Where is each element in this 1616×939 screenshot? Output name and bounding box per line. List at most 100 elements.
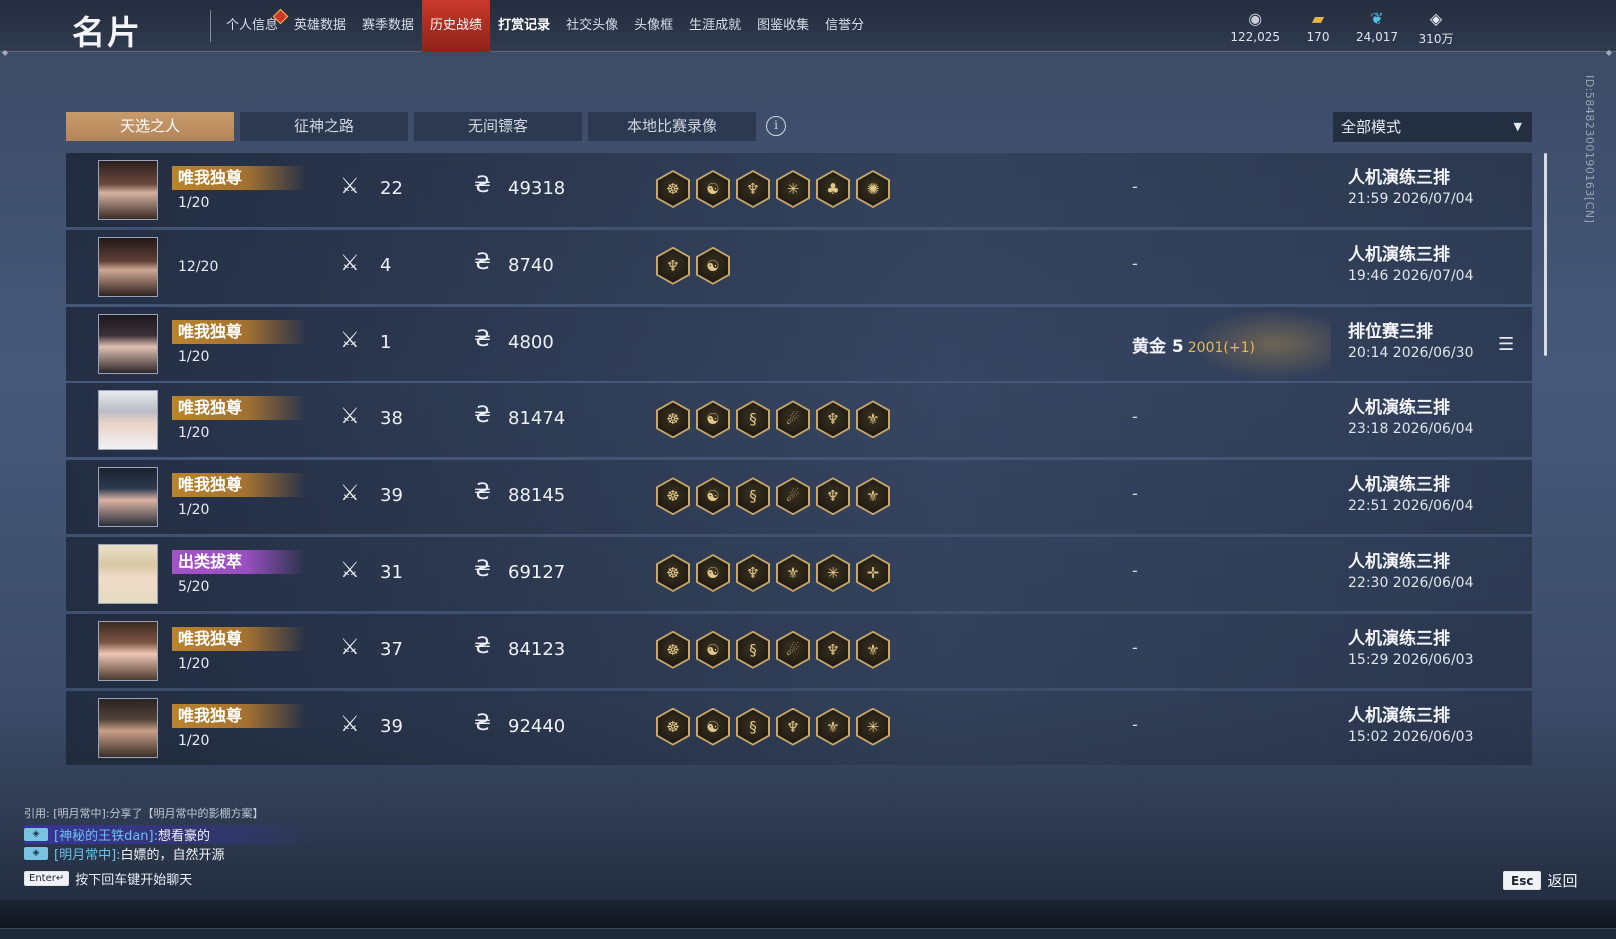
item-hex-icon[interactable]: ☯: [696, 553, 730, 592]
placement-rank: 1/20: [178, 348, 210, 365]
hero-portrait: [99, 698, 157, 757]
tab-1[interactable]: 征神之路: [240, 112, 408, 141]
match-row[interactable]: 唯我独尊 1/20 ⚔ 38 ₴ 81474 ☸ ☯ § ☄ ♆ ⚜ - 人机演练三排 23:18 2026…: [66, 383, 1532, 458]
item-hex-icon[interactable]: §: [736, 707, 770, 746]
item-hex-icon[interactable]: ☯: [696, 630, 730, 669]
mode-filter-value: 全部模式: [1341, 118, 1402, 136]
nav-tab-9[interactable]: 信誉分: [817, 0, 872, 52]
currency-bar: ◉ 122,025 ▰ 170 ❦ 24,017 ◈ 310万: [1230, 8, 1456, 47]
mode-filter-dropdown[interactable]: 全部模式 ▼: [1333, 112, 1532, 142]
item-hex-icon[interactable]: ✺: [856, 170, 890, 208]
info-icon[interactable]: i: [766, 116, 786, 136]
item-hex-icon[interactable]: ⚜: [856, 477, 890, 516]
kills-value: 22: [380, 178, 403, 199]
match-history-list[interactable]: 唯我独尊 1/20 ⚔ 22 ₴ 49318 ☸ ☯ ♆ ✳ ♣ ✺ - 人机演练三排 21:59 2026…: [66, 153, 1532, 765]
item-hex-icon[interactable]: ♣: [816, 170, 850, 208]
nav-tab-3[interactable]: 历史战绩: [422, 0, 491, 52]
nav-tab-5[interactable]: 社交头像: [558, 0, 626, 52]
rank-change: -: [1132, 637, 1138, 657]
match-row[interactable]: 唯我独尊 1/20 ⚔ 39 ₴ 88145 ☸ ☯ § ☄ ♆ ⚜ - 人机演练三排 22:51 2026…: [66, 460, 1532, 535]
item-hex-icon[interactable]: ☄: [776, 400, 810, 439]
item-hex-icon[interactable]: ⚜: [856, 400, 890, 439]
nav-tab-6[interactable]: 头像框: [626, 0, 681, 52]
match-row[interactable]: 唯我独尊 1/20 ⚔ 39 ₴ 92440 ☸ ☯ § ♆ ⚜ ✳ - 人机演练三排 15:02 2026…: [66, 690, 1532, 765]
item-hex-icon[interactable]: ♆: [656, 246, 690, 285]
item-hex-icon[interactable]: ☄: [776, 630, 810, 669]
item-hex-icon[interactable]: ☸: [656, 170, 690, 208]
match-row[interactable]: 12/20 ⚔ 4 ₴ 8740 ♆ ☯ - 人机演练三排 19:46 2026/07/04: [66, 229, 1532, 304]
chat-enter-hint[interactable]: Enter↵ 按下回车键开始聊天: [24, 869, 324, 888]
item-glyph: ☯: [698, 555, 728, 590]
tab-3[interactable]: 本地比赛录像: [588, 112, 756, 141]
placement-rank: 1/20: [178, 655, 210, 672]
chat-sender[interactable]: [神秘的王铁dan]:: [54, 825, 158, 844]
back-button[interactable]: Esc 返回: [1503, 870, 1577, 891]
item-hex-icon[interactable]: ☸: [656, 707, 690, 746]
item-hex-icon[interactable]: ⚜: [776, 553, 810, 592]
item-hex-icon[interactable]: ☸: [656, 553, 690, 592]
item-glyph: ☯: [698, 402, 728, 437]
match-row[interactable]: 出类拔萃 5/20 ⚔ 31 ₴ 69127 ☸ ☯ ♆ ⚜ ✳ ✛ - 人机演练三排 22:30 2026…: [66, 536, 1532, 611]
details-list-icon[interactable]: ☰: [1498, 334, 1514, 355]
item-hex-icon[interactable]: ♆: [776, 707, 810, 746]
item-hex-icon[interactable]: ✳: [816, 553, 850, 592]
item-hex-icon[interactable]: ♆: [816, 630, 850, 669]
nav-tab-8[interactable]: 图鉴收集: [749, 0, 817, 52]
nav-tab-4[interactable]: 打赏记录: [490, 0, 558, 52]
currency-2[interactable]: ❦ 24,017: [1356, 8, 1398, 47]
match-row[interactable]: 唯我独尊 1/20 ⚔ 1 ₴ 4800 黄金 5 2001(+1) 排位赛三排 20:14 20…: [66, 306, 1532, 381]
item-hex-icon[interactable]: ♆: [816, 400, 850, 439]
currency-0[interactable]: ◉ 122,025: [1230, 8, 1280, 47]
chat-message: ◈ [明月常中]: 白嫖的，自然开源: [24, 844, 324, 863]
item-hex-icon[interactable]: ✛: [856, 553, 890, 592]
currency-1[interactable]: ▰ 170: [1298, 8, 1338, 47]
hero-portrait: [99, 314, 157, 373]
kills-value: 38: [380, 408, 403, 430]
item-hex-icon[interactable]: ☯: [696, 707, 730, 746]
item-hex-icon[interactable]: ☯: [696, 246, 730, 285]
item-hex-icon[interactable]: ✳: [776, 170, 810, 208]
item-hex-icon[interactable]: ☄: [776, 477, 810, 516]
feather-icon: ❦: [1370, 9, 1384, 28]
item-glyph: ✛: [858, 555, 888, 590]
esc-key-icon: Esc: [1503, 871, 1542, 890]
item-hex-icon[interactable]: ♆: [736, 553, 770, 592]
item-hex-icon[interactable]: ☸: [656, 630, 690, 669]
hero-avatar: [98, 313, 158, 374]
item-glyph: §: [738, 479, 768, 514]
item-hex-icon[interactable]: ☯: [696, 400, 730, 439]
item-hex-icon[interactable]: ⚜: [816, 707, 850, 746]
item-hex-icon[interactable]: ⚜: [856, 630, 890, 669]
nav-tab-0[interactable]: 个人信息: [218, 0, 289, 52]
currency-3[interactable]: ◈ 310万: [1416, 8, 1456, 47]
match-mode: 人机演练三排: [1348, 244, 1450, 265]
tab-0[interactable]: 天选之人: [66, 112, 234, 141]
chat-text: 想看豪的: [157, 829, 210, 844]
coins-value: 4800: [508, 331, 554, 353]
nav-tab-2[interactable]: 赛季数据: [354, 0, 422, 52]
item-hex-icon[interactable]: ☸: [656, 400, 690, 439]
item-hex-icon[interactable]: ♆: [816, 477, 850, 516]
item-hex-icon[interactable]: §: [736, 400, 770, 439]
rank-change: -: [1132, 714, 1138, 734]
match-mode: 人机演练三排: [1348, 398, 1450, 419]
item-hex-icon[interactable]: ♆: [736, 170, 770, 208]
item-hex-icon[interactable]: §: [736, 630, 770, 669]
chat-panel: 引用: [明月常中]:分享了【明月常中的影棚方案】 ◈ [神秘的王铁dan]: 想看…: [24, 805, 324, 888]
item-hex-icon[interactable]: ☯: [696, 477, 730, 516]
item-hex-icon[interactable]: ☸: [656, 477, 690, 516]
match-row[interactable]: 唯我独尊 1/20 ⚔ 37 ₴ 84123 ☸ ☯ § ☄ ♆ ⚜ - 人机演练三排 15:29 2026…: [66, 613, 1532, 688]
nav-tab-label: 图鉴收集: [757, 18, 810, 33]
nav-tab-label: 个人信息: [226, 18, 279, 33]
nav-tab-1[interactable]: 英雄数据: [286, 0, 354, 52]
item-hex-icon[interactable]: §: [736, 477, 770, 516]
item-hex-icon[interactable]: ✳: [856, 707, 890, 746]
nav-tab-7[interactable]: 生涯成就: [681, 0, 749, 52]
list-scrollbar[interactable]: [1544, 153, 1547, 356]
rank-tier: 黄金 5 2001(+1): [1132, 332, 1255, 357]
item-hex-icon[interactable]: ☯: [696, 170, 730, 208]
tab-2[interactable]: 无间镖客: [414, 112, 582, 141]
chat-sender[interactable]: [明月常中]:: [54, 844, 121, 863]
hero-portrait: [99, 391, 157, 450]
match-row[interactable]: 唯我独尊 1/20 ⚔ 22 ₴ 49318 ☸ ☯ ♆ ✳ ♣ ✺ - 人机演练三排 21:59 2026…: [66, 153, 1532, 227]
